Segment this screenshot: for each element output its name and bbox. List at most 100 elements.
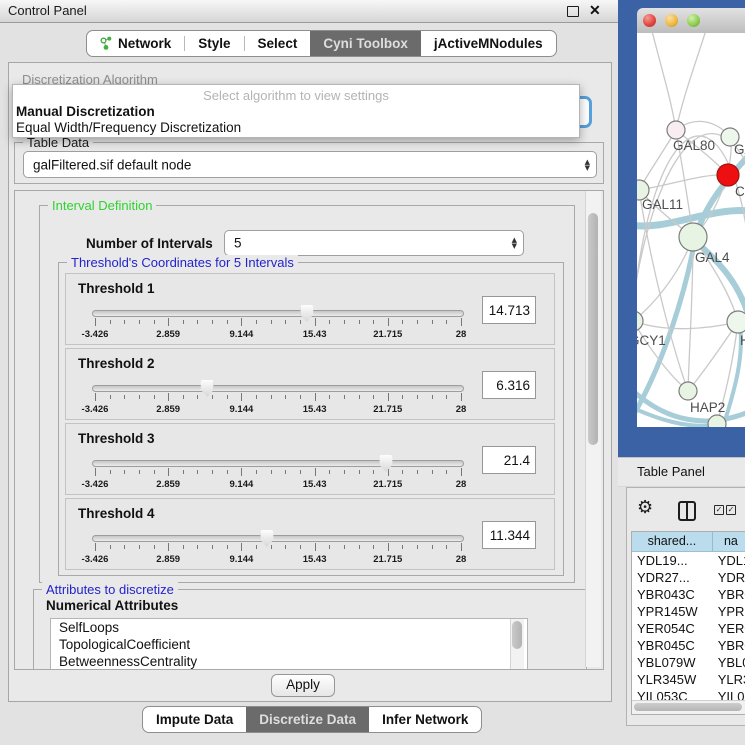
attributes-scrollbar-thumb[interactable] bbox=[512, 621, 522, 649]
tick-mark bbox=[432, 320, 433, 324]
threshold-value-field[interactable]: 14.713 bbox=[482, 296, 536, 324]
float-window-icon[interactable] bbox=[567, 6, 579, 17]
checkbox-icon[interactable]: ✓ bbox=[714, 505, 724, 515]
tab-label: Impute Data bbox=[156, 712, 233, 727]
threshold-label: Threshold 2 bbox=[78, 356, 155, 371]
network-node[interactable] bbox=[667, 121, 685, 139]
slider-track[interactable] bbox=[92, 310, 464, 317]
table-hscrollbar[interactable] bbox=[632, 700, 745, 714]
algorithm-option-manual-discretization[interactable]: Manual Discretization bbox=[13, 104, 579, 120]
threshold-value-field[interactable]: 6.316 bbox=[482, 371, 536, 399]
tab-jactivemnodules[interactable]: jActiveMNodules bbox=[421, 31, 556, 56]
tick-label: 15.43 bbox=[303, 404, 327, 415]
attribute-item-selfloops[interactable]: SelfLoops bbox=[51, 619, 527, 636]
tick-mark bbox=[402, 395, 403, 399]
tab-style[interactable]: Style bbox=[185, 31, 243, 56]
table-cell: YBR043C bbox=[632, 586, 713, 603]
algorithm-option-equal-width-frequency-discretization[interactable]: Equal Width/Frequency Discretization bbox=[13, 120, 579, 136]
tick-mark bbox=[227, 320, 228, 324]
tab-cyni-toolbox[interactable]: Cyni Toolbox bbox=[310, 31, 421, 56]
close-icon[interactable]: ✕ bbox=[589, 2, 601, 19]
tab-network[interactable]: Network bbox=[87, 31, 184, 56]
panel-scrollbar[interactable] bbox=[585, 191, 601, 667]
tick-mark bbox=[183, 320, 184, 324]
network-node-label: GA bbox=[734, 142, 745, 157]
tick-label: 21.715 bbox=[373, 479, 402, 490]
tick-mark bbox=[197, 395, 198, 399]
tab-label: Cyni Toolbox bbox=[323, 36, 408, 51]
tick-mark bbox=[446, 395, 447, 399]
table-row[interactable]: YDR27...YDR2 bbox=[632, 569, 745, 586]
number-of-intervals-label: Number of Intervals bbox=[86, 236, 213, 251]
network-canvas[interactable]: GAL80GACGAL11GAL4GCY1HHAP2 bbox=[637, 33, 745, 427]
attribute-item-topologicalcoefficient[interactable]: TopologicalCoefficient bbox=[51, 636, 527, 653]
threshold-panel-3: Threshold 3-3.4262.8599.14415.4321.71528… bbox=[65, 423, 555, 495]
table-row[interactable]: YBR045CYBR0 bbox=[632, 637, 745, 654]
gear-icon[interactable]: ⚙ bbox=[637, 497, 653, 518]
minimize-traffic-light[interactable] bbox=[665, 14, 678, 27]
tick-label: 2.859 bbox=[156, 404, 180, 415]
threshold-value-field[interactable]: 21.4 bbox=[482, 446, 536, 474]
tab-infer-network[interactable]: Infer Network bbox=[369, 707, 481, 732]
table-row[interactable]: YDL19...YDL1 bbox=[632, 552, 745, 569]
network-node[interactable] bbox=[679, 223, 707, 251]
checkbox-icon[interactable]: ✓ bbox=[726, 505, 736, 515]
panel-scrollbar-thumb[interactable] bbox=[588, 213, 598, 445]
tab-select[interactable]: Select bbox=[245, 31, 311, 56]
apply-button[interactable]: Apply bbox=[271, 674, 335, 697]
threshold-slider[interactable]: -3.4262.8599.14415.4321.71528 bbox=[92, 527, 464, 567]
tick-mark bbox=[359, 395, 360, 399]
threshold-slider[interactable]: -3.4262.8599.14415.4321.71528 bbox=[92, 302, 464, 342]
network-node[interactable] bbox=[727, 311, 745, 333]
attributes-group-title: Attributes to discretize bbox=[42, 582, 178, 597]
tick-mark bbox=[344, 545, 345, 549]
table-row[interactable]: YPR145WYPR1 bbox=[632, 603, 745, 620]
bottom-tabbar: Impute Data Discretize DataInfer Network bbox=[142, 706, 482, 733]
table-row[interactable]: YBL079WYBL0 bbox=[632, 654, 745, 671]
tick-mark bbox=[461, 543, 462, 551]
threshold-panel-1: Threshold 1-3.4262.8599.14415.4321.71528… bbox=[65, 273, 555, 345]
tick-mark bbox=[154, 545, 155, 549]
network-node[interactable] bbox=[717, 164, 739, 186]
tick-mark bbox=[285, 545, 286, 549]
tick-label: 9.144 bbox=[230, 329, 254, 340]
column-header-shared[interactable]: shared... bbox=[632, 532, 713, 551]
slider-track[interactable] bbox=[92, 385, 464, 392]
table-row[interactable]: YBR043CYBR0 bbox=[632, 586, 745, 603]
threshold-value-field[interactable]: 11.344 bbox=[482, 521, 536, 549]
number-of-intervals-combobox[interactable]: 5 ▲▼ bbox=[224, 230, 524, 256]
tick-mark bbox=[373, 395, 374, 399]
network-node[interactable] bbox=[708, 415, 726, 427]
table-data-combobox[interactable]: galFiltered.sif default node ▲▼ bbox=[23, 151, 597, 178]
slider-ticks bbox=[95, 468, 461, 477]
tab-impute-data[interactable]: Impute Data bbox=[143, 707, 246, 732]
threshold-slider[interactable]: -3.4262.8599.14415.4321.71528 bbox=[92, 452, 464, 492]
tick-label: 21.715 bbox=[373, 554, 402, 565]
network-node[interactable] bbox=[679, 382, 697, 400]
tick-mark bbox=[388, 543, 389, 551]
attribute-item-betweennesscentrality[interactable]: BetweennessCentrality bbox=[51, 653, 527, 670]
tab-label: Network bbox=[118, 36, 171, 51]
tick-mark bbox=[241, 393, 242, 401]
threshold-slider[interactable]: -3.4262.8599.14415.4321.71528 bbox=[92, 377, 464, 417]
thresholds-group: Threshold's Coordinates for 5 Intervals … bbox=[58, 262, 564, 576]
table-row[interactable]: YER054CYER0 bbox=[632, 620, 745, 637]
tick-mark bbox=[315, 318, 316, 326]
attributes-scrollbar[interactable] bbox=[510, 619, 524, 670]
slider-track[interactable] bbox=[92, 460, 464, 467]
slider-tick-labels: -3.4262.8599.14415.4321.71528 bbox=[95, 479, 461, 491]
tab-discretize-data[interactable]: Discretize Data bbox=[246, 707, 369, 732]
close-traffic-light[interactable] bbox=[643, 14, 656, 27]
control-panel-tabbar: Network StyleSelect Cyni Toolbox jActiveMNo… bbox=[86, 30, 557, 57]
table-row[interactable]: YLR345WYLR3 bbox=[632, 671, 745, 688]
numerical-attributes-list[interactable]: SelfLoopsTopologicalCoefficientBetweenne… bbox=[50, 618, 528, 670]
split-columns-icon[interactable] bbox=[678, 501, 696, 521]
table-hscrollbar-thumb[interactable] bbox=[634, 703, 742, 711]
threshold-panel-4: Threshold 4-3.4262.8599.14415.4321.71528… bbox=[65, 498, 555, 570]
tick-mark bbox=[461, 318, 462, 326]
numerical-attributes-label: Numerical Attributes bbox=[46, 598, 178, 613]
slider-track[interactable] bbox=[92, 535, 464, 542]
slider-tick-labels: -3.4262.8599.14415.4321.71528 bbox=[95, 329, 461, 341]
zoom-traffic-light[interactable] bbox=[687, 14, 700, 27]
column-header-na[interactable]: na bbox=[713, 532, 745, 551]
